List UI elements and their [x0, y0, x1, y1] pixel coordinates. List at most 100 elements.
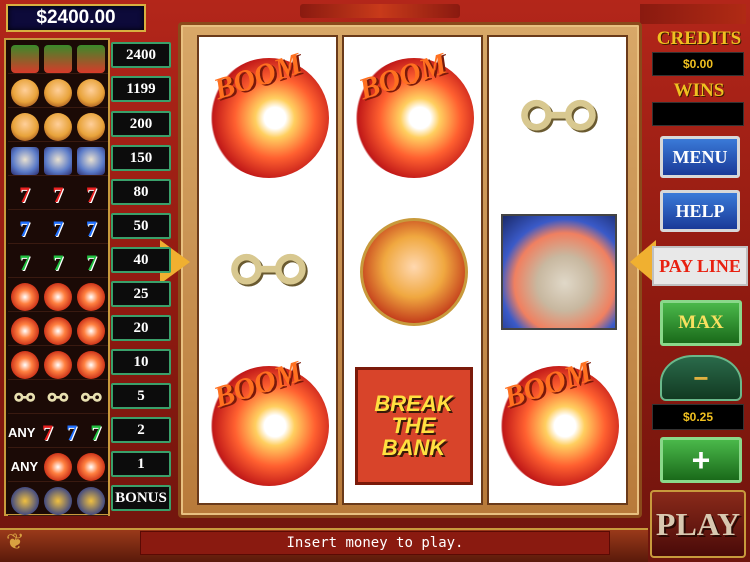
gangster-icon	[10, 146, 39, 175]
paytable-payout: 150	[111, 145, 171, 171]
paytable-row	[8, 146, 108, 176]
reel-cell: BOOM	[205, 45, 332, 191]
paytable-payout: BONUS	[111, 485, 171, 511]
showgirl-icon	[43, 78, 72, 107]
paytable-row	[8, 112, 108, 142]
increase-bet-button[interactable]: +	[660, 437, 742, 483]
reel-3: ⚯ BOOM	[487, 35, 628, 505]
boom-dynamite-icon: BOOM	[208, 355, 329, 486]
dynamite-icon	[77, 452, 106, 481]
red-seven-icon: 7	[42, 419, 54, 445]
dynamite-icon	[77, 316, 106, 345]
showgirl-icon	[10, 78, 39, 107]
handcuffs-icon: ⚯	[520, 65, 597, 170]
reel-cell: ⚯	[495, 45, 622, 191]
boom-dynamite-icon: BOOM	[208, 47, 329, 178]
dynamite-icon	[77, 282, 106, 311]
reel-1: BOOM ⚯ BOOM	[197, 35, 338, 505]
credits-value: $0.00	[652, 52, 744, 76]
boom-dynamite-icon: BOOM	[353, 47, 474, 178]
menu-button[interactable]: MENU	[660, 136, 740, 178]
gangster-icon	[43, 146, 72, 175]
reel-2: BOOM BREAK THE BANK	[342, 35, 483, 505]
dynamite-icon	[43, 452, 72, 481]
dynamite-icon	[43, 282, 72, 311]
showgirl-icon	[77, 112, 106, 141]
green-seven-icon: 7	[85, 249, 97, 275]
status-message: Insert money to play.	[140, 531, 610, 555]
reel-cell: BOOM	[350, 45, 477, 191]
decrease-bet-button[interactable]: −	[660, 355, 742, 401]
dynamite-icon	[77, 350, 106, 379]
boom-text: BOOM	[209, 46, 306, 107]
credits-label: CREDITS	[656, 28, 742, 49]
showgirl-icon	[10, 112, 39, 141]
wins-value	[652, 102, 744, 126]
dynamite-icon	[43, 350, 72, 379]
paytable-payout: 50	[111, 213, 171, 239]
reel-cell: ⚯	[205, 199, 332, 345]
paytable-payout: 1199	[111, 76, 171, 102]
dynamite-icon	[10, 316, 39, 345]
paytable-payout: 20	[111, 315, 171, 341]
play-button[interactable]: PLAY	[650, 490, 746, 558]
scroll-ornament-icon: ❦	[6, 530, 25, 555]
boom-text: BOOM	[354, 46, 451, 107]
handcuffs-icon: ⚯	[81, 385, 102, 412]
paytable-row	[8, 78, 108, 108]
paytable-any-label: ANY	[10, 459, 39, 474]
paytable-payout: 80	[111, 179, 171, 205]
max-bet-button[interactable]: MAX	[660, 300, 742, 346]
police-badge-icon	[43, 486, 72, 515]
reel-cell	[495, 199, 622, 345]
help-button[interactable]: HELP	[660, 190, 740, 232]
paytable-row: 777	[8, 248, 108, 278]
red-seven-icon: 7	[52, 181, 64, 207]
paytable-row	[8, 486, 108, 516]
paytable-row	[8, 350, 108, 380]
paytable-payout: 1	[111, 451, 171, 477]
red-seven-icon: 7	[85, 181, 97, 207]
paytable-row: ⚯ ⚯ ⚯	[8, 384, 108, 414]
green-seven-icon: 7	[52, 249, 64, 275]
paytable-payout: 40	[111, 247, 171, 273]
break-the-bank-icon	[10, 44, 39, 73]
break-the-bank-icon	[77, 44, 106, 73]
paytable-any-label: ANY	[8, 425, 36, 440]
paytable-payout: 5	[111, 383, 171, 409]
break-the-bank-icon: BREAK THE BANK	[354, 367, 473, 485]
reel-frame: BOOM ⚯ BOOM BOOM BREAK THE BANK ⚯ BOOM	[178, 22, 642, 518]
paytable-payout: 2400	[111, 42, 171, 68]
blue-seven-icon: 7	[85, 215, 97, 241]
paytable-row	[8, 44, 108, 74]
paytable-payout: 2	[111, 417, 171, 443]
handcuffs-icon: ⚯	[47, 385, 69, 412]
top-right-decor-banner	[640, 4, 746, 24]
paytable-row: ANY	[8, 452, 108, 482]
reel-cell: BREAK THE BANK	[350, 353, 477, 499]
dynamite-icon	[10, 282, 39, 311]
dynamite-icon	[43, 316, 72, 345]
paytable-row: 777	[8, 214, 108, 244]
blue-seven-icon: 7	[66, 419, 78, 445]
bet-amount-display: $0.25	[652, 404, 744, 430]
boom-text: BOOM	[209, 354, 306, 415]
blue-seven-icon: 7	[52, 215, 64, 241]
paytable-row: 777	[8, 180, 108, 210]
paytable-panel: 7 7 7 7 7 7 7 7 7 ⚯ ⚯ ⚯ ANY 7 7 7 ANY	[4, 38, 110, 516]
paytable-payout: 25	[111, 281, 171, 307]
handcuffs-icon: ⚯	[230, 219, 307, 324]
break-the-bank-text: BREAK THE BANK	[374, 391, 453, 460]
red-seven-icon: 7	[19, 181, 31, 207]
boom-text: BOOM	[499, 354, 596, 415]
green-seven-icon: 7	[19, 249, 31, 275]
break-the-bank-icon	[43, 44, 72, 73]
showgirl-icon	[43, 112, 72, 141]
paytable-payout: 10	[111, 349, 171, 375]
blue-seven-icon: 7	[19, 215, 31, 241]
police-badge-icon	[10, 486, 39, 515]
paytable-row	[8, 282, 108, 312]
boom-dynamite-icon: BOOM	[498, 355, 619, 486]
paytable-payout: 200	[111, 111, 171, 137]
green-seven-icon: 7	[90, 419, 102, 445]
